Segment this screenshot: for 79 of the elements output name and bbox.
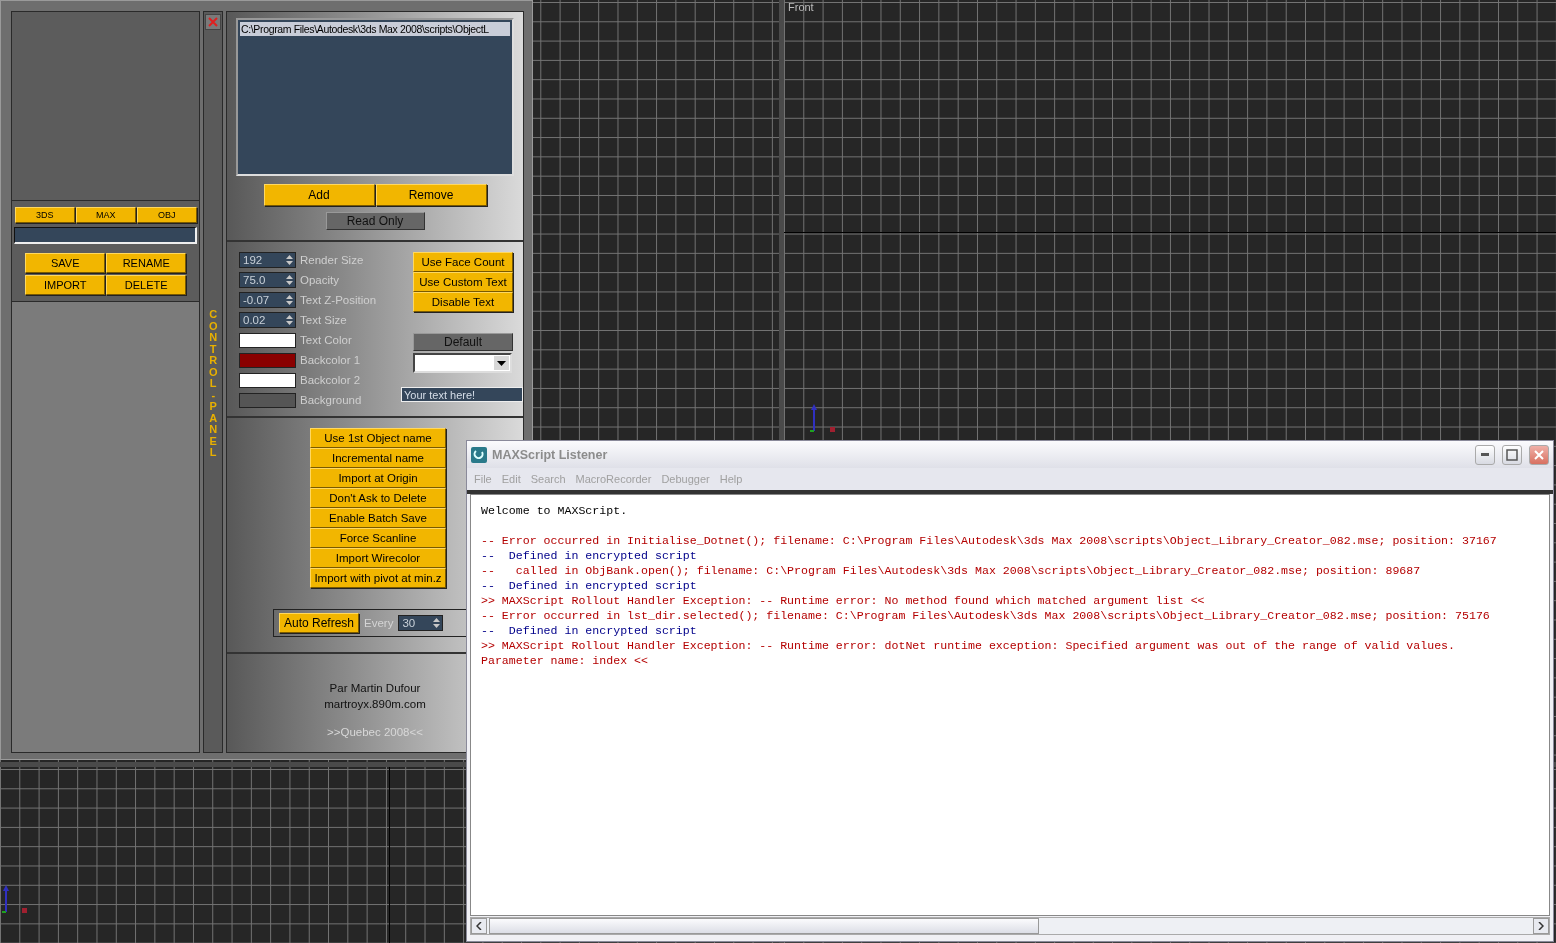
interval-field[interactable]: 30 [398,615,444,631]
color-swatch[interactable] [239,332,296,348]
output-area[interactable] [470,494,1550,916]
action-button[interactable]: DELETE [106,275,187,295]
option-button[interactable]: Import Wirecolor [310,548,446,568]
output-line: >> MAXScript Rollout Handler Exception: -- Runtime error: No method found which matched argument list << [481,593,1205,608]
dropdown[interactable] [413,353,512,373]
text-field[interactable]: Your text here! [401,387,523,402]
format-button[interactable]: 3DS [14,207,75,223]
spinner-arrows-icon[interactable] [432,616,442,630]
folder-button[interactable]: Add [263,184,375,206]
action-button[interactable]: SAVE [25,253,106,273]
option-button[interactable]: Import at Origin [310,468,446,488]
spinner-field[interactable]: -0.07 [239,292,296,308]
format-button[interactable]: MAX [75,207,136,223]
spinner-arrows-icon[interactable] [285,293,294,307]
minimize-button[interactable] [1475,444,1495,465]
text-mode-button[interactable]: Use Custom Text [413,272,513,292]
output-line: -- Defined in encrypted script [481,548,697,563]
output-line: -- Defined in encrypted script [481,623,697,638]
close-button[interactable] [1529,444,1549,465]
window-title: MAXScript Listener [492,447,609,462]
option-button[interactable]: Enable Batch Save [310,508,446,528]
spinner-label: Text Z-Position [300,294,377,306]
horizontal-scrollbar[interactable] [470,917,1550,935]
output-line: -- Error occurred in Initialise_Dotnet(); filename: C:\Program Files\Autodesk\3ds Max 2008\scripts\Object_Library_Creator_082.mse; position: 37167 [481,533,1497,548]
folder-item[interactable]: C:\Program Files\Autodesk\3ds Max 2008\scripts\ObjectL [240,22,510,36]
every-label: Every [364,617,394,629]
credit-text: >>Quebec 2008<< [327,726,423,738]
output-line: -- Defined in encrypted script [481,578,697,593]
scroll-left-icon[interactable] [476,922,482,930]
color-swatch[interactable] [239,352,296,368]
viewport-label[interactable]: Front [788,1,814,13]
color-label: Backcolor 1 [300,354,361,366]
folder-list[interactable]: C:\Program Files\Autodesk\3ds Max 2008\scripts\ObjectL [236,18,514,176]
panel-title: CONTROL-PANEL [208,309,218,459]
action-button[interactable]: IMPORT [25,275,106,295]
app-icon [471,446,487,463]
output-line: -- called in ObjBank.open(); filename: C:\Program Files\Autodesk\3ds Max 2008\scripts\Object_Library_Creator_082.mse; position: 89687 [481,563,1421,578]
color-swatch[interactable] [239,372,296,388]
axis-tripod-icon [808,402,838,434]
auto-refresh-button[interactable]: Auto Refresh [279,613,359,633]
spinner-field[interactable]: 75.0 [239,272,296,288]
option-button[interactable]: Don't Ask to Delete [310,488,446,508]
maximize-icon [1506,448,1518,461]
option-button[interactable]: Import with pivot at min.z [310,568,446,588]
spinner-label: Text Size [300,314,347,326]
option-button[interactable]: Incremental name [310,448,446,468]
color-swatch[interactable] [239,392,296,408]
spinner-arrows-icon[interactable] [285,313,294,327]
spinner-label: Opacity [300,274,339,286]
color-label: Background [300,394,362,406]
scroll-right-icon[interactable] [1538,922,1544,930]
name-field[interactable] [14,227,198,244]
option-button[interactable]: Use 1st Object name [310,428,446,448]
text-mode-button[interactable]: Disable Text [413,292,513,312]
color-label: Text Color [300,334,352,346]
output-line: >> MAXScript Rollout Handler Exception: -- Runtime error: dotNet runtime exception: Specified argument was out of the range of valid values. [481,638,1456,653]
action-button[interactable]: RENAME [106,253,187,273]
color-label: Backcolor 2 [300,374,361,386]
spinner-field[interactable]: 0.02 [239,312,296,328]
caret-icon [497,360,506,366]
minimize-icon [1481,453,1489,456]
axis-tripod-icon [0,883,30,915]
spinner-label: Render Size [300,254,364,266]
text-mode-button[interactable]: Use Face Count [413,252,513,272]
spinner-field[interactable]: 192 [239,252,296,268]
close-icon [1533,448,1545,461]
maximize-button[interactable] [1502,444,1522,465]
credit-text: martroyx.890m.com [324,698,426,710]
option-button[interactable]: Force Scanline [310,528,446,548]
output-line: -- Error occurred in lst_dir.selected(); filename: C:\Program Files\Autodesk\3ds Max 2008\scripts\Object_Library_Creator_082.mse; position: 75176 [481,608,1490,623]
spinner-arrows-icon[interactable] [285,273,294,287]
format-button[interactable]: OBJ [136,207,197,223]
output-line: Welcome to MAXScript. [481,503,628,518]
output-line: Parameter name: index << [481,653,648,668]
folder-button[interactable]: Remove [375,184,487,206]
credit-text: Par Martin Dufour [329,682,421,694]
spinner-arrows-icon[interactable] [285,253,294,267]
